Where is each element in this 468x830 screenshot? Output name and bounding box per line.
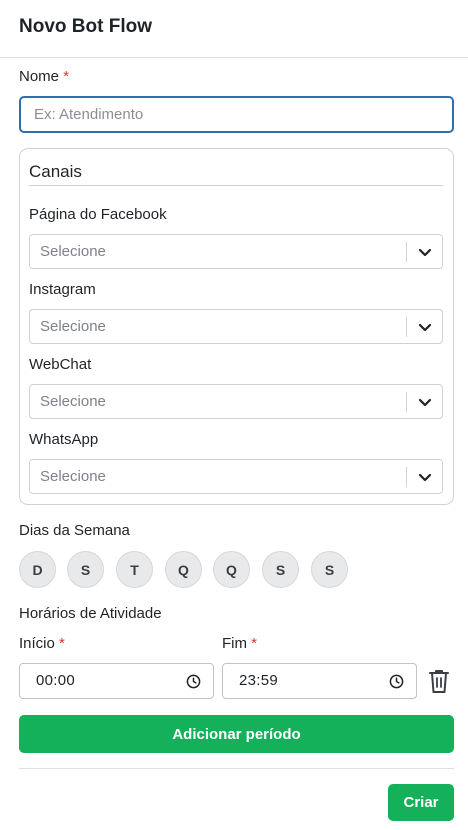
required-mark: *: [251, 635, 258, 652]
whatsapp-label: WhatsApp: [29, 431, 99, 448]
select-separator: [406, 467, 407, 487]
footer-divider: [19, 768, 454, 769]
chevron-down-icon[interactable]: [417, 244, 433, 260]
start-time-value: 00:00: [36, 672, 76, 689]
instagram-label: Instagram: [29, 281, 96, 298]
start-time-input[interactable]: 00:00: [19, 663, 214, 699]
required-mark: *: [59, 635, 65, 652]
channels-title: Canais: [29, 162, 82, 181]
webchat-label: WebChat: [29, 356, 92, 373]
facebook-select[interactable]: Selecione: [29, 234, 443, 269]
end-time-label-text: Fim: [222, 635, 247, 652]
start-time-label: Início *: [19, 635, 65, 652]
name-label-text: Nome: [19, 68, 60, 85]
instagram-select[interactable]: Selecione: [29, 309, 443, 344]
day-toggle-saturday[interactable]: S: [311, 551, 348, 588]
instagram-select-placeholder: Selecione: [40, 318, 106, 335]
weekdays-label: Dias da Semana: [19, 522, 130, 539]
clock-icon[interactable]: [389, 674, 404, 689]
end-time-label: Fim *: [222, 635, 257, 652]
channels-divider: [29, 185, 443, 186]
chevron-down-icon[interactable]: [417, 469, 433, 485]
channels-panel: Canais Página do Facebook Selecione Inst…: [19, 148, 454, 505]
add-period-button[interactable]: Adicionar período: [19, 715, 454, 753]
whatsapp-select[interactable]: Selecione: [29, 459, 443, 494]
select-separator: [406, 242, 407, 262]
name-label: Nome *: [19, 68, 69, 85]
day-toggle-friday[interactable]: S: [262, 551, 299, 588]
required-mark: *: [63, 68, 70, 85]
schedule-label: Horários de Atividade: [19, 605, 162, 622]
webchat-select-placeholder: Selecione: [40, 393, 106, 410]
start-time-label-text: Início: [19, 635, 55, 652]
modal-header: Novo Bot Flow: [0, 0, 468, 58]
clock-icon[interactable]: [186, 674, 201, 689]
day-toggle-tuesday[interactable]: T: [116, 551, 153, 588]
name-input[interactable]: [19, 96, 454, 133]
end-time-input[interactable]: 23:59: [222, 663, 417, 699]
chevron-down-icon[interactable]: [417, 319, 433, 335]
create-button[interactable]: Criar: [388, 784, 454, 821]
facebook-select-placeholder: Selecione: [40, 243, 106, 260]
end-time-value: 23:59: [239, 672, 279, 689]
facebook-label: Página do Facebook: [29, 206, 167, 223]
select-separator: [406, 392, 407, 412]
day-toggle-wednesday[interactable]: Q: [165, 551, 202, 588]
chevron-down-icon[interactable]: [417, 394, 433, 410]
day-toggle-monday[interactable]: S: [67, 551, 104, 588]
select-separator: [406, 317, 407, 337]
whatsapp-select-placeholder: Selecione: [40, 468, 106, 485]
day-toggle-sunday[interactable]: D: [19, 551, 56, 588]
modal-title: Novo Bot Flow: [19, 16, 152, 37]
webchat-select[interactable]: Selecione: [29, 384, 443, 419]
day-toggle-thursday[interactable]: Q: [213, 551, 250, 588]
trash-icon[interactable]: [428, 668, 450, 694]
